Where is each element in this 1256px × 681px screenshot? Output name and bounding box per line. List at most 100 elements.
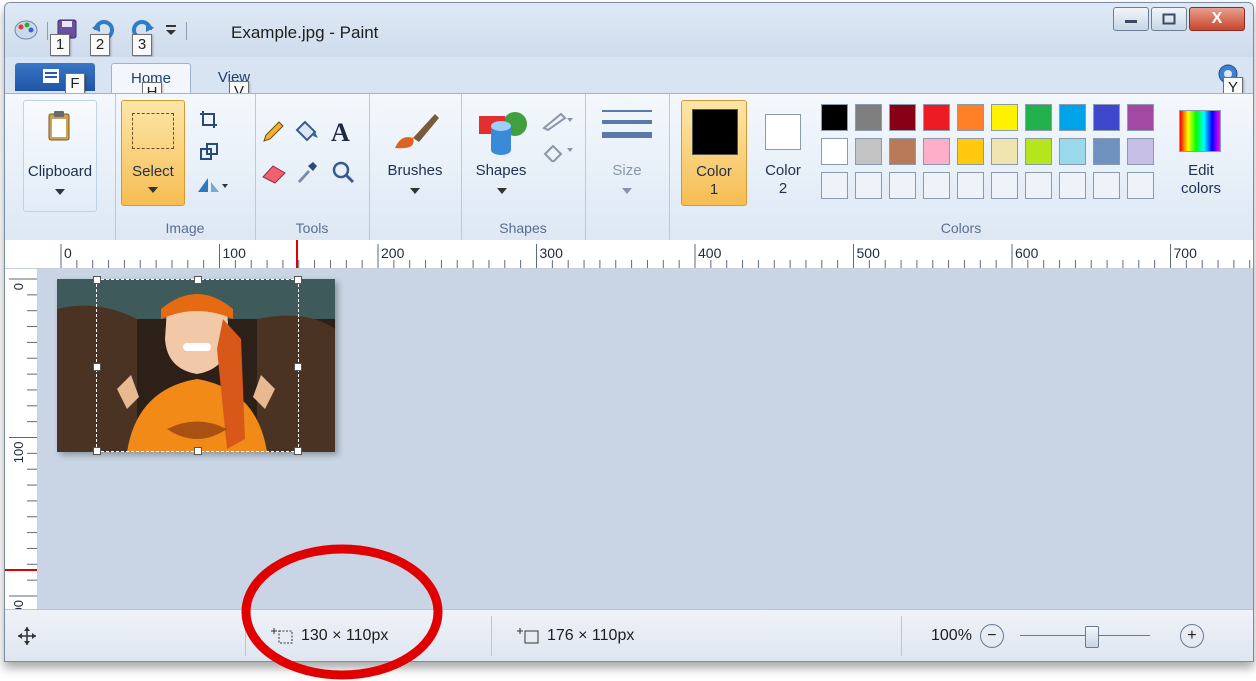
keytip-f: F: [65, 73, 85, 95]
ribbon-tabs: F Home H View V Y: [5, 57, 1253, 104]
cursor-position: [17, 610, 37, 661]
ruler-label: 700: [1174, 245, 1198, 261]
undo-icon[interactable]: 2: [90, 18, 116, 56]
selection-handle[interactable]: [93, 276, 101, 284]
vertical-ruler: 0 100 00: [5, 269, 38, 614]
zoom-controls: 100% − +: [931, 610, 1204, 661]
file-menu-button[interactable]: F: [15, 63, 95, 95]
clipboard-icon: [48, 111, 70, 141]
fill-bucket-icon[interactable]: [293, 118, 319, 144]
eraser-icon[interactable]: [261, 162, 287, 184]
tab-home[interactable]: Home H: [111, 63, 191, 104]
color-swatch[interactable]: [821, 138, 848, 165]
selection-size-icon: [271, 628, 293, 644]
color2-swatch: [765, 114, 801, 150]
color-swatch[interactable]: [1127, 172, 1154, 199]
zoom-in-button[interactable]: +: [1179, 624, 1204, 648]
minimize-icon: [1125, 20, 1137, 23]
customize-qat-icon[interactable]: [164, 19, 178, 44]
color-swatch[interactable]: [991, 172, 1018, 199]
outline-icon[interactable]: [541, 110, 575, 132]
pencil-icon[interactable]: [261, 120, 285, 144]
color-swatch[interactable]: [957, 104, 984, 131]
size-group: Size: [585, 94, 670, 240]
color-swatch[interactable]: [991, 138, 1018, 165]
rotate-icon[interactable]: [195, 174, 229, 196]
crop-icon[interactable]: [199, 110, 219, 130]
title-bar: 1 2 3 Example.jpg - Paint X: [5, 3, 1253, 57]
color-swatch[interactable]: [1059, 104, 1086, 131]
close-button[interactable]: X: [1189, 7, 1245, 31]
help-button[interactable]: Y: [1217, 63, 1243, 99]
ruler-label: 0: [11, 283, 26, 290]
zoom-slider-thumb[interactable]: [1084, 626, 1099, 648]
select-label: Select: [132, 163, 174, 180]
paint-app-icon[interactable]: [13, 18, 39, 45]
redo-icon[interactable]: 3: [130, 18, 154, 56]
ruler-label: 500: [857, 245, 881, 261]
maximize-button[interactable]: [1151, 7, 1187, 31]
color-swatch[interactable]: [821, 104, 848, 131]
zoom-slider[interactable]: [1019, 625, 1150, 648]
color-swatch[interactable]: [1059, 172, 1086, 199]
color-swatch[interactable]: [957, 172, 984, 199]
save-icon[interactable]: 1: [50, 18, 78, 56]
size-dropdown-icon: [622, 188, 632, 194]
selection-handle[interactable]: [294, 276, 302, 284]
text-tool-icon[interactable]: A: [331, 118, 350, 148]
color-swatch[interactable]: [855, 138, 882, 165]
color-swatch[interactable]: [889, 172, 916, 199]
clipboard-button[interactable]: Clipboard: [23, 100, 97, 212]
select-button[interactable]: Select: [121, 100, 185, 206]
maximize-icon: [1162, 13, 1176, 25]
color-swatch[interactable]: [1025, 172, 1052, 199]
selection-handle[interactable]: [194, 447, 202, 455]
color-swatch[interactable]: [855, 172, 882, 199]
selection-handle[interactable]: [93, 447, 101, 455]
size-button[interactable]: Size: [591, 100, 663, 210]
color-swatch[interactable]: [1059, 138, 1086, 165]
magnifier-icon[interactable]: [331, 160, 355, 184]
ruler-label: 0: [64, 245, 72, 261]
color-swatch[interactable]: [1093, 104, 1120, 131]
color-swatch[interactable]: [923, 172, 950, 199]
color-swatch[interactable]: [991, 104, 1018, 131]
edit-colors-button[interactable]: Edit colors: [1169, 100, 1233, 204]
color-swatch[interactable]: [889, 138, 916, 165]
close-icon: X: [1211, 10, 1223, 27]
canvas-area[interactable]: [38, 269, 1253, 609]
color-picker-icon[interactable]: [295, 160, 319, 184]
color-swatch[interactable]: [1127, 104, 1154, 131]
color-swatch[interactable]: [889, 104, 916, 131]
color-swatch[interactable]: [1025, 104, 1052, 131]
color-swatch[interactable]: [821, 172, 848, 199]
status-bar: 130 × 110px 176 × 110px 100% − +: [5, 609, 1253, 661]
keytip-3: 3: [132, 33, 152, 56]
shapes-button[interactable]: Shapes: [467, 100, 539, 210]
color-swatch[interactable]: [1025, 138, 1052, 165]
select-rect-icon: [132, 113, 174, 149]
color-swatch[interactable]: [1127, 138, 1154, 165]
selection-handle[interactable]: [194, 276, 202, 284]
color2-button[interactable]: Color 2: [753, 100, 813, 204]
selection-handle[interactable]: [294, 447, 302, 455]
color-swatch[interactable]: [855, 104, 882, 131]
tab-view[interactable]: View V: [203, 63, 265, 103]
colors-group: Color 1 Color 2 Edit colors Colors: [669, 94, 1253, 240]
selection-handle[interactable]: [294, 363, 302, 371]
resize-icon[interactable]: [199, 142, 219, 162]
color-swatch[interactable]: [957, 138, 984, 165]
zoom-out-button[interactable]: −: [979, 624, 1004, 648]
minimize-button[interactable]: [1113, 7, 1149, 31]
selection-size: 130 × 110px: [271, 610, 388, 661]
brushes-button[interactable]: Brushes: [379, 100, 451, 210]
ruler-label: 00: [11, 600, 26, 609]
fill-icon[interactable]: [541, 140, 575, 162]
color1-button[interactable]: Color 1: [681, 100, 747, 206]
color-swatch[interactable]: [923, 104, 950, 131]
selection-rectangle[interactable]: [93, 276, 302, 455]
color-swatch[interactable]: [1093, 138, 1120, 165]
color-swatch[interactable]: [923, 138, 950, 165]
selection-handle[interactable]: [93, 363, 101, 371]
color-swatch[interactable]: [1093, 172, 1120, 199]
